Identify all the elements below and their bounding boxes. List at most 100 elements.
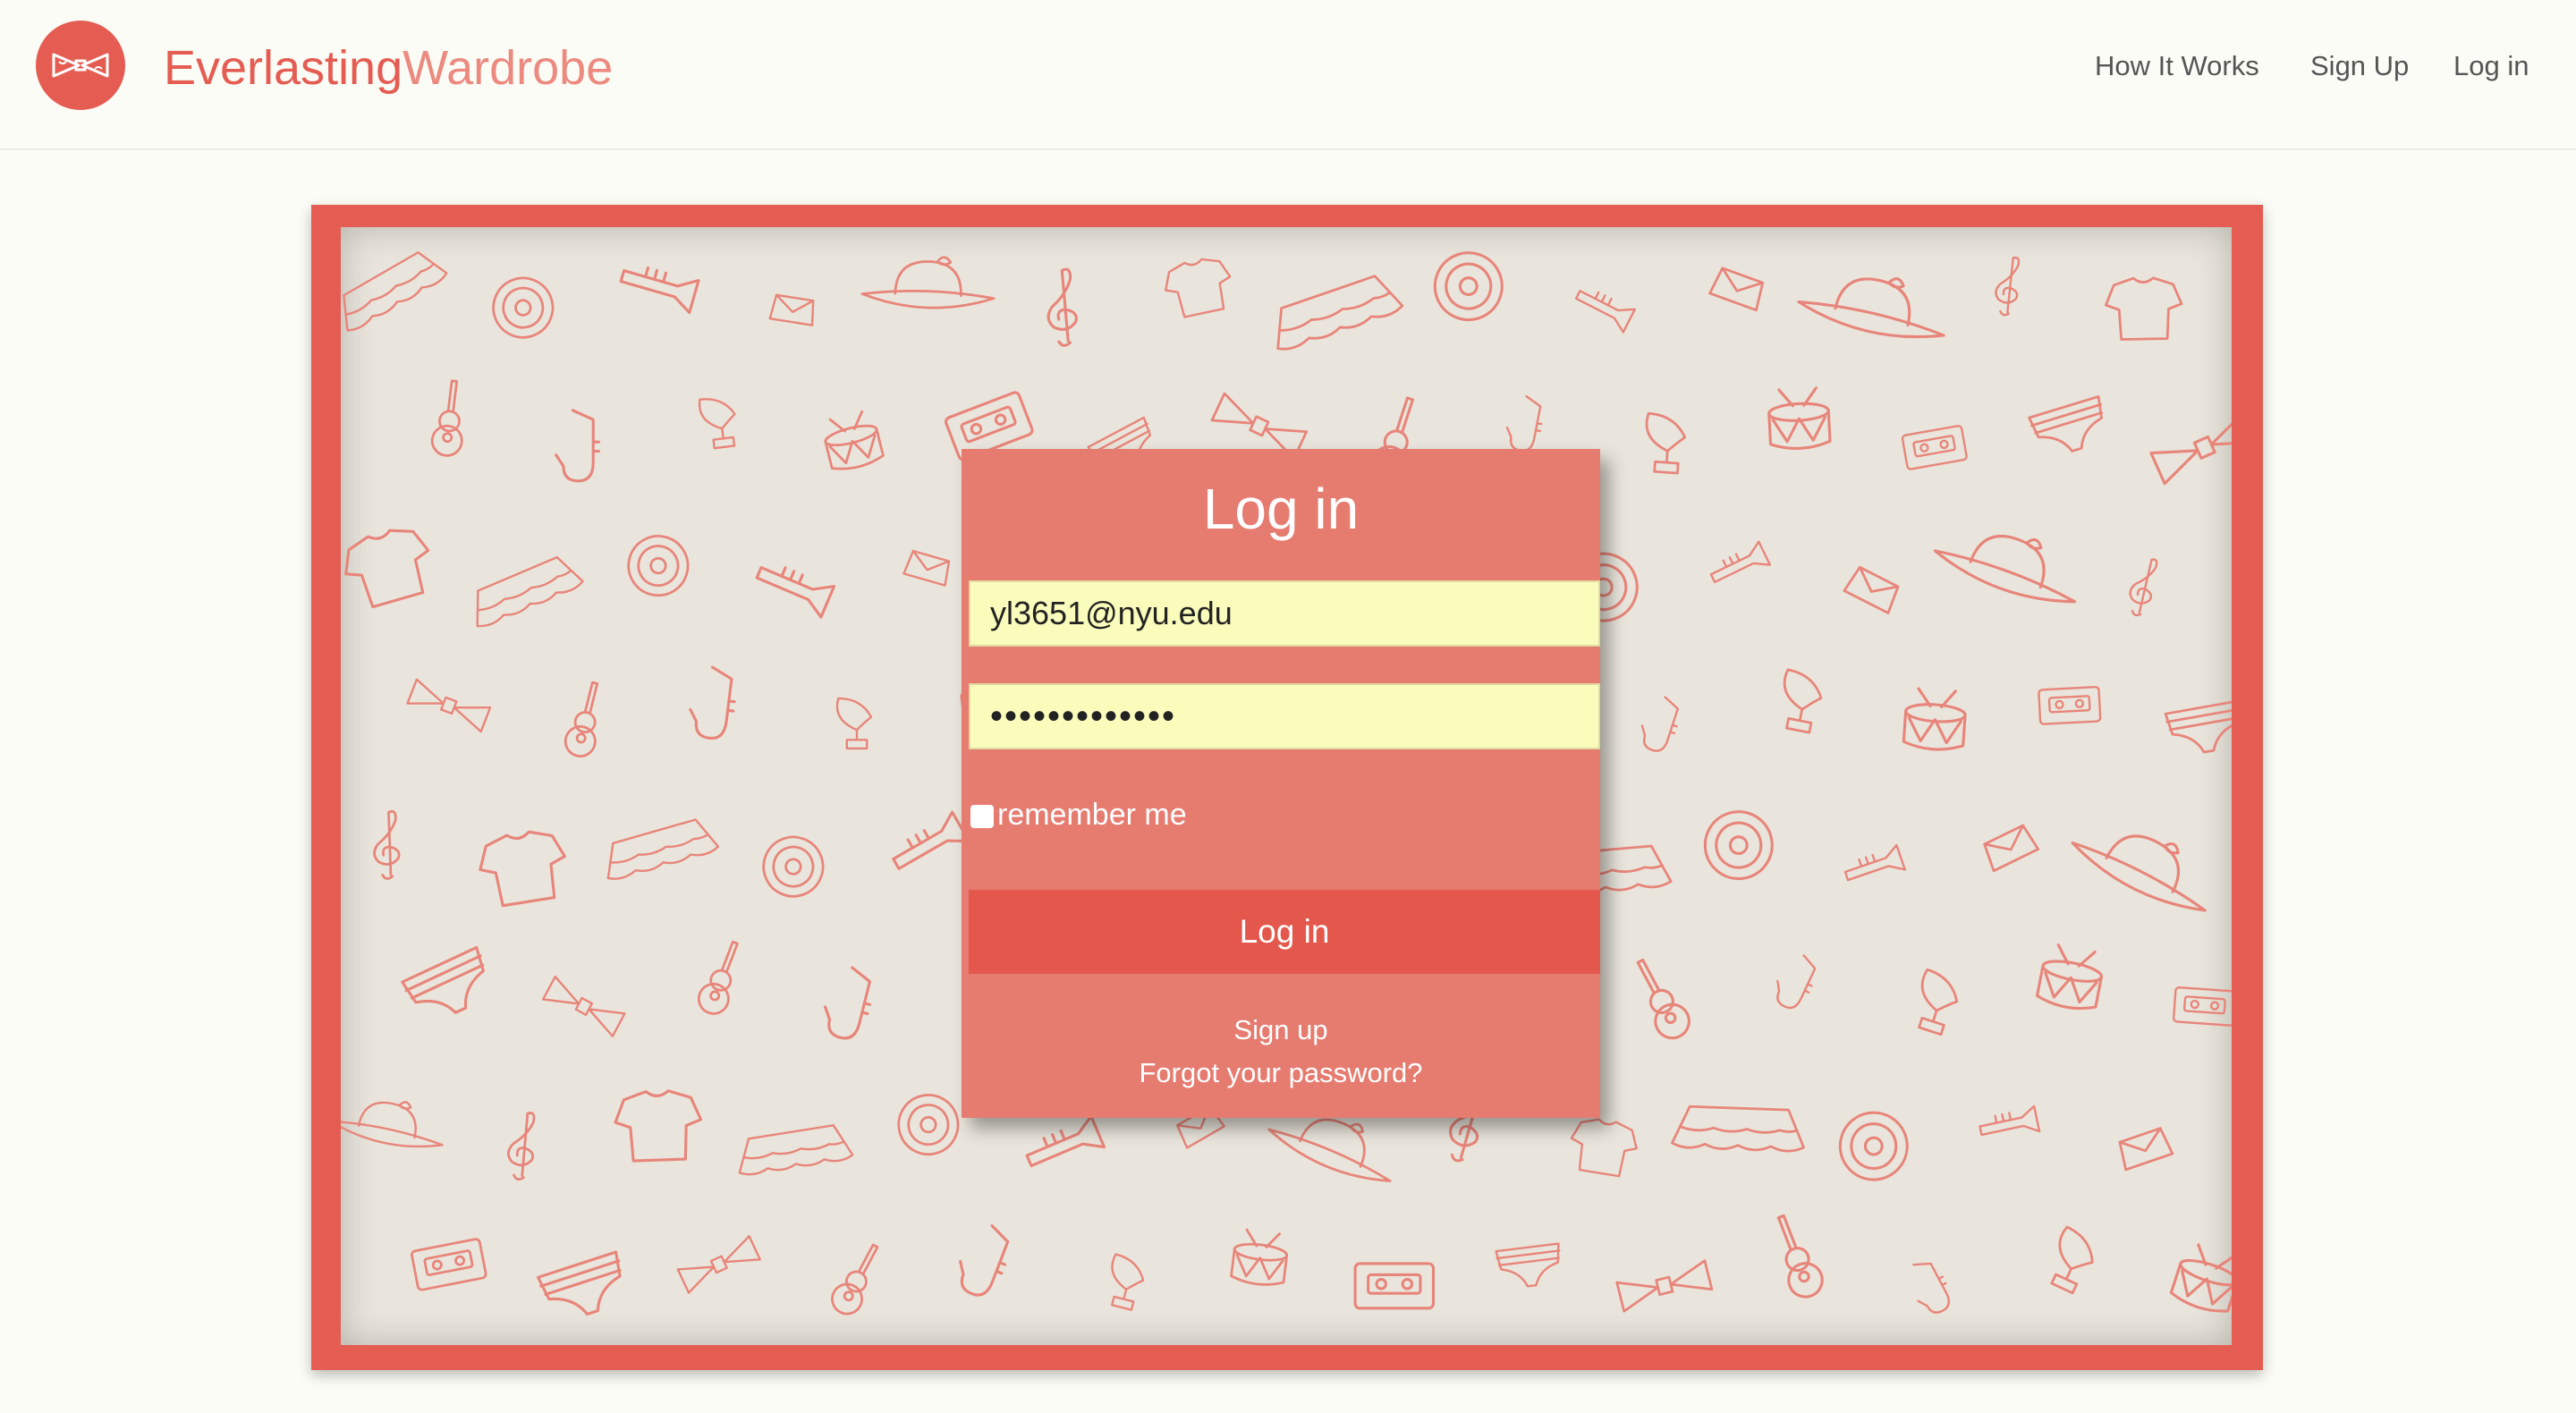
drum-icon bbox=[2169, 1243, 2232, 1313]
vinyl-record-icon bbox=[492, 276, 555, 339]
guitar-icon bbox=[1776, 1214, 1824, 1299]
nav-log-in[interactable]: Log in bbox=[2453, 47, 2529, 86]
vinyl-record-icon bbox=[762, 835, 825, 898]
drum-icon bbox=[1902, 687, 1967, 751]
bow-icon bbox=[1615, 1259, 1714, 1313]
gramophone-icon bbox=[1111, 1253, 1145, 1311]
cassette-icon bbox=[1901, 425, 1968, 470]
hat-icon bbox=[341, 1101, 444, 1148]
vinyl-record-icon bbox=[1703, 810, 1774, 881]
guitar-icon bbox=[831, 1243, 879, 1316]
cassette-icon bbox=[1353, 1262, 1436, 1310]
shirt-icon bbox=[1165, 258, 1232, 318]
bow-icon bbox=[676, 1235, 761, 1294]
underwear-icon bbox=[2164, 699, 2232, 754]
bow-tie-logo-icon[interactable] bbox=[36, 21, 125, 110]
treble-clef-icon bbox=[1995, 256, 2021, 317]
hat-icon bbox=[2071, 834, 2207, 912]
cassette-icon bbox=[411, 1238, 487, 1291]
cassette-icon bbox=[2038, 685, 2102, 725]
gramophone-icon bbox=[698, 398, 736, 450]
treble-clef-icon bbox=[373, 809, 401, 880]
purse-icon bbox=[2118, 1127, 2174, 1172]
gramophone-icon bbox=[1783, 668, 1823, 734]
trumpet-icon bbox=[1979, 1104, 2041, 1137]
underwear-icon bbox=[1495, 1242, 1561, 1288]
saxophone-icon bbox=[1776, 954, 1817, 1010]
bow-icon bbox=[406, 678, 492, 733]
trumpet-icon bbox=[619, 266, 700, 315]
bow-icon bbox=[2149, 410, 2232, 486]
brand-name-part2: Wardrobe bbox=[402, 41, 614, 95]
shirt-icon bbox=[1570, 1118, 1638, 1178]
nav-sign-up[interactable]: Sign Up bbox=[2310, 47, 2409, 86]
saxophone-icon bbox=[1505, 394, 1543, 453]
signup-link[interactable]: Sign up bbox=[962, 1010, 1600, 1051]
guitar-icon bbox=[564, 681, 599, 757]
trumpet-icon bbox=[1574, 290, 1637, 334]
gramophone-icon bbox=[835, 697, 873, 750]
trumpet-icon bbox=[1709, 540, 1772, 584]
gramophone-icon bbox=[1918, 968, 1959, 1036]
skirt-icon bbox=[738, 1124, 854, 1176]
treble-clef-icon bbox=[2129, 558, 2158, 617]
login-card: Log in yl3651@nyu.edu ••••••••••••• reme… bbox=[962, 449, 1600, 1118]
underwear-icon bbox=[401, 945, 485, 1014]
bow-icon bbox=[541, 975, 626, 1037]
shirt-icon bbox=[344, 529, 430, 609]
underwear-icon bbox=[537, 1250, 622, 1316]
skirt-icon bbox=[476, 555, 584, 628]
skirt-icon bbox=[1276, 275, 1404, 351]
hat-icon bbox=[1933, 535, 2077, 604]
trumpet-icon bbox=[892, 810, 970, 870]
nav-how-it-works[interactable]: How It Works bbox=[2095, 47, 2259, 86]
vinyl-record-icon bbox=[627, 535, 690, 597]
remember-me-label[interactable]: remember me bbox=[997, 792, 1187, 837]
brand-name[interactable]: EverlastingWardrobe bbox=[164, 36, 613, 100]
cassette-icon bbox=[2173, 986, 2232, 1027]
trumpet-icon bbox=[1025, 1114, 1106, 1168]
skirt-icon bbox=[343, 251, 448, 332]
remember-me-checkbox[interactable] bbox=[970, 805, 994, 828]
top-navbar: EverlastingWardrobe How It Works Sign Up… bbox=[0, 0, 2576, 150]
trumpet-icon bbox=[1843, 843, 1906, 882]
underwear-icon bbox=[2028, 395, 2104, 453]
saxophone-icon bbox=[689, 665, 736, 740]
login-submit-button[interactable]: Log in bbox=[969, 890, 1600, 974]
drum-icon bbox=[1767, 386, 1832, 451]
gramophone-icon bbox=[2050, 1225, 2094, 1295]
shirt-icon bbox=[2105, 276, 2183, 341]
email-field[interactable]: yl3651@nyu.edu bbox=[969, 580, 1600, 647]
saxophone-icon bbox=[823, 966, 872, 1040]
password-field[interactable]: ••••••••••••• bbox=[969, 683, 1600, 749]
purse-icon bbox=[902, 549, 951, 587]
purse-icon bbox=[768, 293, 815, 326]
purse-icon bbox=[1843, 565, 1900, 614]
purse-icon bbox=[1983, 824, 2040, 873]
drum-icon bbox=[824, 410, 885, 470]
saxophone-icon bbox=[959, 1224, 1010, 1297]
saxophone-icon bbox=[1912, 1262, 1951, 1314]
hat-icon bbox=[1797, 277, 1945, 339]
guitar-icon bbox=[697, 940, 739, 1015]
shirt-icon bbox=[479, 830, 566, 908]
drum-icon bbox=[1230, 1228, 1289, 1286]
saxophone-icon bbox=[555, 409, 600, 483]
guitar-icon bbox=[430, 379, 463, 457]
purse-icon bbox=[1708, 267, 1765, 312]
treble-clef-icon bbox=[1046, 267, 1078, 347]
login-title: Log in bbox=[1202, 477, 1360, 541]
brand-name-part1: Everlasting bbox=[164, 41, 403, 95]
skirt-icon bbox=[1671, 1104, 1805, 1153]
drum-icon bbox=[2035, 943, 2104, 1011]
vinyl-record-icon bbox=[897, 1094, 960, 1156]
guitar-icon bbox=[1636, 958, 1690, 1040]
hat-icon bbox=[860, 256, 996, 309]
trumpet-icon bbox=[755, 566, 836, 619]
forgot-password-link[interactable]: Forgot your password? bbox=[962, 1053, 1600, 1094]
vinyl-record-icon bbox=[1433, 251, 1504, 322]
shirt-icon bbox=[614, 1089, 703, 1163]
saxophone-icon bbox=[1640, 696, 1680, 752]
treble-clef-icon bbox=[507, 1112, 536, 1181]
skirt-icon bbox=[606, 818, 720, 880]
